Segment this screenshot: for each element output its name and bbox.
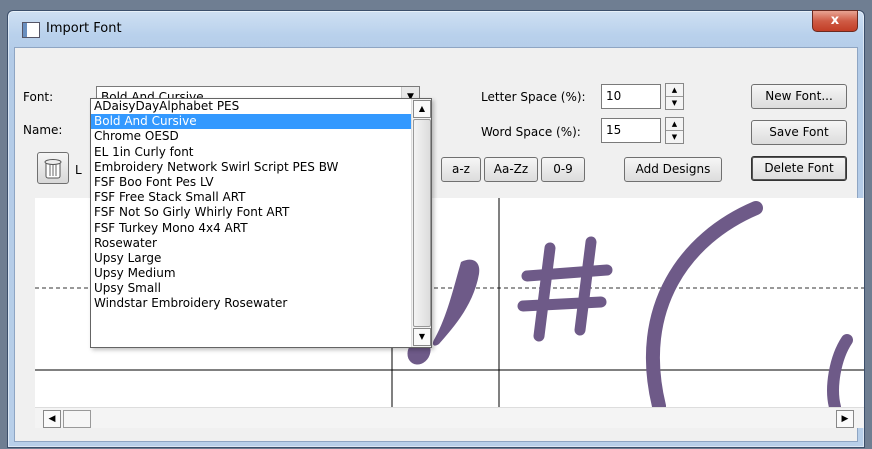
font-option[interactable]: FSF Not So Girly Whirly Font ART [91, 205, 411, 220]
font-dropdown-list[interactable]: ADaisyDayAlphabet PES Bold And Cursive Chr… [90, 98, 432, 348]
font-option[interactable]: EL 1in Curly font [91, 145, 411, 160]
horizontal-scrollbar[interactable]: ◀ ▶ [35, 407, 864, 428]
arrow-down-icon[interactable]: ▼ [666, 131, 683, 143]
name-label: Name: [23, 123, 63, 137]
arrow-right-icon[interactable]: ▶ [836, 410, 854, 428]
lowercase-button[interactable]: a-z [441, 157, 481, 182]
trash-icon[interactable] [37, 152, 69, 184]
font-option[interactable]: ADaisyDayAlphabet PES [91, 99, 411, 114]
font-option[interactable]: Embroidery Network Swirl Script PES BW [91, 160, 411, 175]
word-space-input[interactable]: 15 [601, 118, 661, 143]
mixed-case-button[interactable]: Aa-Zz [484, 157, 538, 182]
word-space-label: Word Space (%): [481, 125, 581, 139]
arrow-up-icon[interactable]: ▲ [666, 84, 683, 97]
new-font-button[interactable]: New Font... [751, 84, 847, 109]
arrow-up-icon[interactable]: ▲ [666, 118, 683, 131]
letter-space-label: Letter Space (%): [481, 90, 586, 104]
font-option[interactable]: FSF Boo Font Pes LV [91, 175, 411, 190]
dropdown-scrollbar-thumb[interactable] [413, 119, 431, 327]
letter-space-spinner[interactable]: ▲ ▼ [665, 83, 684, 110]
word-space-value: 15 [606, 123, 622, 137]
font-option[interactable]: Rosewater [91, 236, 411, 251]
import-font-dialog: Import Font x Font: Bold And Cursive ▼ L… [7, 10, 865, 448]
title-bar[interactable]: Import Font x [8, 10, 864, 47]
letter-space-input[interactable]: 10 [601, 84, 661, 109]
scrollbar-thumb[interactable] [63, 410, 91, 428]
word-space-spinner[interactable]: ▲ ▼ [665, 117, 684, 144]
font-option[interactable]: Windstar Embroidery Rosewater [91, 296, 411, 311]
arrow-up-icon[interactable]: ▲ [413, 100, 431, 118]
save-font-button[interactable]: Save Font [751, 120, 847, 145]
dropdown-scrollbar[interactable]: ▲ ▼ [411, 99, 431, 347]
arrow-left-icon[interactable]: ◀ [43, 410, 61, 428]
hash-glyph [517, 236, 613, 342]
font-option[interactable]: Upsy Small [91, 281, 411, 296]
font-option[interactable]: FSF Free Stack Small ART [91, 190, 411, 205]
delete-font-button[interactable]: Delete Font [751, 156, 847, 181]
window-icon [22, 22, 40, 38]
font-option[interactable]: FSF Turkey Mono 4x4 ART [91, 221, 411, 236]
arrow-down-icon[interactable]: ▼ [413, 328, 431, 346]
parenthesis-glyph [645, 201, 853, 413]
font-option[interactable]: Bold And Cursive [91, 114, 411, 130]
font-option[interactable]: Chrome OESD [91, 129, 411, 144]
arrow-down-icon[interactable]: ▼ [666, 97, 683, 109]
letter-space-value: 10 [606, 89, 622, 103]
font-options: ADaisyDayAlphabet PES Bold And Cursive Chr… [91, 99, 411, 312]
close-button[interactable]: x [812, 10, 858, 32]
digits-button[interactable]: 0-9 [541, 157, 585, 182]
font-option[interactable]: Upsy Medium [91, 266, 411, 281]
font-label: Font: [23, 90, 54, 104]
window-title: Import Font [46, 21, 122, 36]
partial-label: L [75, 163, 82, 177]
add-designs-button[interactable]: Add Designs [624, 157, 722, 182]
font-option[interactable]: Upsy Large [91, 251, 411, 266]
